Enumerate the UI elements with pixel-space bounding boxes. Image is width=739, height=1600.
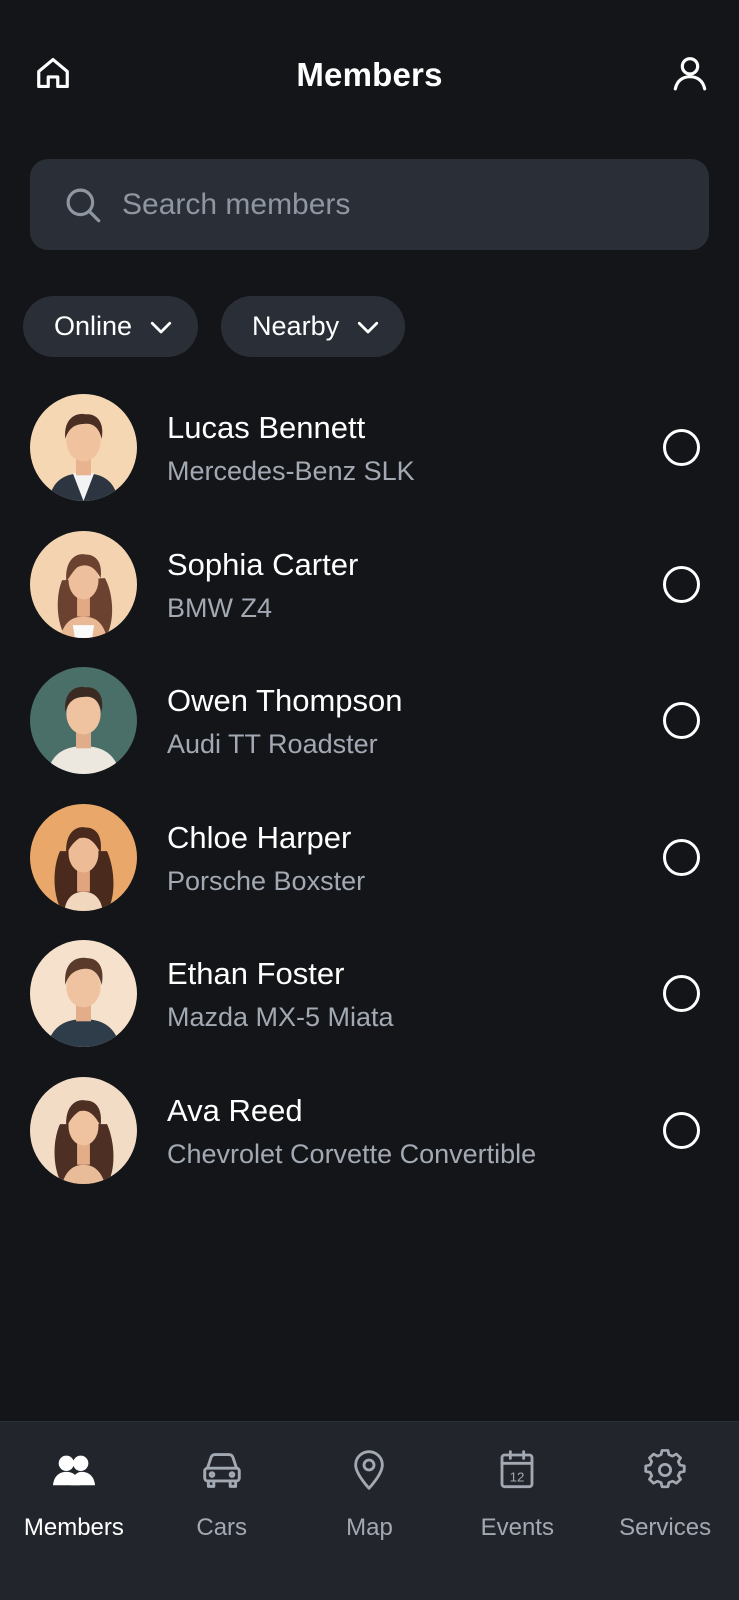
top-bar: Members <box>0 0 739 150</box>
nav-cars[interactable]: Cars <box>148 1422 296 1600</box>
filter-label: Nearby <box>252 311 340 341</box>
svg-text:12: 12 <box>510 1470 525 1485</box>
avatar <box>30 394 137 501</box>
select-radio[interactable] <box>663 838 700 876</box>
member-car: BMW Z4 <box>167 592 272 623</box>
member-car: Mercedes-Benz SLK <box>167 456 415 486</box>
member-row[interactable]: Chloe Harper Porsche Boxster <box>0 802 739 939</box>
member-list: Lucas Bennett Mercedes-Benz SLK Sophia C… <box>0 392 739 1211</box>
search-input[interactable] <box>122 187 662 222</box>
member-car: Mazda MX-5 Miata <box>167 1002 394 1032</box>
search-icon <box>62 184 104 226</box>
search-bar[interactable] <box>30 159 709 250</box>
avatar <box>30 1076 137 1184</box>
avatar <box>30 940 137 1047</box>
member-name: Ethan Foster <box>167 956 345 991</box>
gear-icon <box>643 1448 687 1492</box>
member-row[interactable]: Ava Reed Chevrolet Corvette Convertible <box>0 1075 739 1212</box>
select-radio[interactable] <box>663 1111 700 1149</box>
filter-bar: Online Nearby <box>23 296 406 357</box>
chevron-down-icon <box>353 312 383 342</box>
nav-label: Events <box>480 1514 554 1541</box>
filter-label: Online <box>54 311 133 341</box>
filter-online-dropdown[interactable]: Online <box>23 296 199 357</box>
nav-events[interactable]: 12 Events <box>443 1422 591 1600</box>
avatar <box>30 530 137 638</box>
select-radio[interactable] <box>663 429 700 466</box>
member-car: Chevrolet Corvette Convertible <box>167 1138 537 1169</box>
select-radio[interactable] <box>663 975 700 1012</box>
chevron-down-icon <box>146 312 176 342</box>
member-name: Owen Thompson <box>167 683 403 718</box>
nav-map[interactable]: Map <box>296 1422 444 1600</box>
car-icon <box>200 1448 244 1492</box>
filter-nearby-dropdown[interactable]: Nearby <box>221 296 406 357</box>
nav-members[interactable]: Members <box>0 1422 148 1600</box>
member-car: Porsche Boxster <box>167 865 366 896</box>
select-radio[interactable] <box>663 702 700 739</box>
member-name: Chloe Harper <box>167 819 352 855</box>
member-row[interactable]: Sophia Carter BMW Z4 <box>0 529 739 666</box>
avatar <box>30 803 137 911</box>
user-icon <box>670 53 710 98</box>
member-name: Lucas Bennett <box>167 410 366 445</box>
members-screen: Members Online Near <box>0 0 739 1600</box>
member-name: Ava Reed <box>167 1092 303 1128</box>
nav-label: Map <box>346 1514 393 1541</box>
select-radio[interactable] <box>663 565 700 603</box>
member-row[interactable]: Owen Thompson Audi TT Roadster <box>0 665 739 802</box>
page-title: Members <box>296 56 443 93</box>
map-pin-icon <box>347 1448 391 1492</box>
nav-label: Members <box>23 1514 124 1541</box>
nav-label: Services <box>619 1514 712 1541</box>
calendar-icon: 12 <box>495 1448 539 1492</box>
profile-button[interactable] <box>669 54 711 96</box>
member-car: Audi TT Roadster <box>167 729 378 759</box>
member-row[interactable]: Lucas Bennett Mercedes-Benz SLK <box>0 392 739 529</box>
nav-services[interactable]: Services <box>591 1422 739 1600</box>
avatar <box>30 667 137 774</box>
bottom-navigation: Members Cars Map 12 Events Services <box>0 1421 739 1600</box>
nav-label: Cars <box>196 1514 248 1541</box>
members-icon <box>52 1448 96 1492</box>
member-name: Sophia Carter <box>167 546 359 582</box>
member-row[interactable]: Ethan Foster Mazda MX-5 Miata <box>0 938 739 1075</box>
